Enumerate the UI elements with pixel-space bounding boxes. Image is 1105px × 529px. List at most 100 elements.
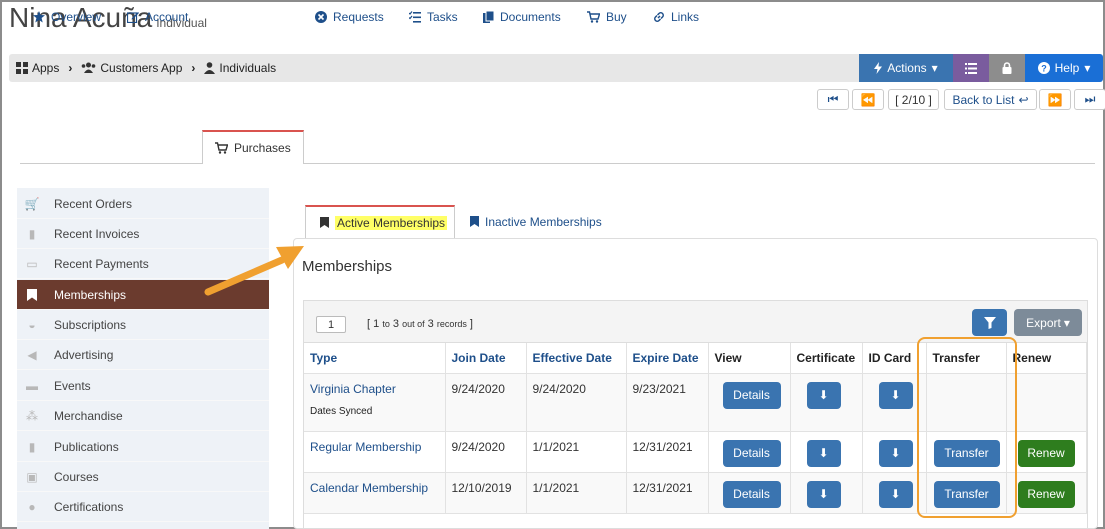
- breadcrumb-individuals[interactable]: Individuals: [204, 61, 276, 75]
- effective-date-cell: 9/24/2020: [526, 373, 627, 432]
- download-certificate-button[interactable]: ⬇: [806, 381, 841, 409]
- sidebar-item-merchandise[interactable]: ⁂ Merchandise: [17, 401, 269, 431]
- export-button[interactable]: Export ▾: [1014, 309, 1082, 336]
- certificate-cell: ⬇: [790, 472, 863, 514]
- column-header-id-card: ID Card: [862, 343, 927, 374]
- tab-inactive-memberships[interactable]: Inactive Memberships: [470, 205, 602, 238]
- sidebar-item-courses[interactable]: ▣ Courses: [17, 462, 269, 492]
- tab-active-memberships[interactable]: Active Memberships: [305, 205, 455, 238]
- details-button[interactable]: Details: [722, 480, 781, 508]
- lock-button[interactable]: [989, 54, 1025, 82]
- briefcase-icon: ▣: [26, 469, 38, 484]
- tab-purchases[interactable]: Purchases: [202, 130, 304, 164]
- download-icon: ⬇: [818, 446, 829, 460]
- tab-overview[interactable]: Overview: [33, 0, 101, 34]
- column-header-join-date[interactable]: Join Date: [445, 343, 527, 374]
- table-toolbar: 1 [ 1 to 3 out of 3 records ] Export ▾: [304, 301, 1087, 343]
- download-icon: ⬇: [890, 487, 901, 501]
- column-header-type[interactable]: Type: [304, 343, 446, 374]
- top-actions: Actions ▾ ? Help ▾: [859, 54, 1103, 82]
- sidebar-item-certifications[interactable]: ● Certifications: [17, 492, 269, 522]
- sidebar-item-events[interactable]: ▬ Events: [17, 371, 269, 401]
- sidebar-item-publications[interactable]: ▮ Publications: [17, 432, 269, 462]
- list-view-button[interactable]: [953, 54, 989, 82]
- circle-x-icon: [315, 11, 327, 23]
- tab-links[interactable]: Links: [653, 0, 699, 34]
- reply-all-icon: ↩: [1018, 92, 1029, 107]
- tab-divider: [20, 163, 1095, 164]
- view-cell: Details: [708, 431, 791, 473]
- tab-buy[interactable]: Buy: [587, 0, 627, 34]
- bookmark-icon: [470, 216, 479, 227]
- sidebar-item-recent-invoices[interactable]: ▮ Recent Invoices: [17, 219, 269, 249]
- membership-type-link[interactable]: Regular Membership: [310, 440, 421, 454]
- breadcrumb-customers-app[interactable]: Customers App: [81, 61, 182, 75]
- table-row: Virginia Chapter Dates Synced 9/24/2020 …: [304, 373, 1087, 432]
- chevron-down-icon: ▾: [1084, 61, 1091, 75]
- documents-icon: [483, 11, 494, 23]
- column-header-expire-date[interactable]: Expire Date: [626, 343, 709, 374]
- page-number-input[interactable]: 1: [316, 316, 346, 333]
- filter-button[interactable]: [972, 309, 1007, 336]
- bookmark-icon: [320, 217, 329, 228]
- sidebar-item-recent-payments[interactable]: ▭ Recent Payments: [17, 249, 269, 279]
- table-row: Regular Membership 9/24/2020 1/1/2021 12…: [304, 431, 1087, 473]
- memberships-table-box: 1 [ 1 to 3 out of 3 records ] Export ▾ Ty…: [303, 300, 1088, 529]
- column-header-effective-date[interactable]: Effective Date: [526, 343, 627, 374]
- edit-icon: [127, 12, 139, 23]
- details-button[interactable]: Details: [722, 381, 781, 409]
- sidebar-item-subscriptions[interactable]: ◒ Subscriptions: [17, 310, 269, 340]
- expire-date-cell: 12/31/2021: [626, 472, 709, 514]
- record-position: [ 2/10 ]: [888, 89, 939, 110]
- first-record-button[interactable]: ⏮: [817, 89, 849, 110]
- next-record-button[interactable]: ⏩: [1039, 89, 1071, 110]
- id-card-cell: ⬇: [862, 431, 927, 473]
- tab-requests[interactable]: Requests: [315, 0, 384, 34]
- join-date-cell: 12/10/2019: [445, 472, 527, 514]
- download-id-card-button[interactable]: ⬇: [878, 439, 913, 467]
- previous-record-button[interactable]: ⏪: [852, 89, 884, 110]
- help-button[interactable]: ? Help ▾: [1025, 54, 1103, 82]
- tab-account[interactable]: Account: [127, 0, 188, 34]
- sidebar-item-recent-orders[interactable]: 🛒 Recent Orders: [17, 189, 269, 219]
- step-backward-icon: ⏮: [827, 92, 839, 106]
- sidebar-item-memberships[interactable]: Memberships: [17, 280, 269, 310]
- download-icon: ⬇: [890, 446, 901, 460]
- tasks-icon: [409, 11, 421, 23]
- dates-synced-note: Dates Synced: [310, 405, 373, 417]
- renew-button[interactable]: Renew: [1017, 439, 1075, 467]
- download-certificate-button[interactable]: ⬇: [806, 439, 841, 467]
- breadcrumb-apps[interactable]: Apps: [16, 61, 59, 75]
- cart-icon: [587, 11, 600, 23]
- column-header-view: View: [708, 343, 791, 374]
- membership-type-cell: Virginia Chapter Dates Synced: [304, 373, 446, 432]
- inbox-icon: ◒: [28, 317, 36, 332]
- certificate-cell: ⬇: [790, 373, 863, 432]
- transfer-cell: Transfer: [926, 431, 1007, 473]
- membership-type-cell: Calendar Membership: [304, 472, 446, 514]
- megaphone-icon: ◀: [27, 347, 37, 362]
- grid-icon: [16, 62, 28, 74]
- breadcrumb: Apps › Customers App › Individuals: [16, 61, 276, 75]
- back-to-list-button[interactable]: Back to List ↩: [944, 89, 1037, 110]
- bolt-icon: [874, 62, 883, 74]
- actions-button[interactable]: Actions ▾: [859, 54, 953, 82]
- transfer-button[interactable]: Transfer: [933, 480, 1000, 508]
- membership-type-link[interactable]: Calendar Membership: [310, 481, 428, 495]
- download-id-card-button[interactable]: ⬇: [878, 480, 913, 508]
- tab-tasks[interactable]: Tasks: [409, 0, 458, 34]
- record-count: [ 1 to 3 out of 3 records ]: [367, 318, 473, 330]
- sidebar-item-advertising[interactable]: ◀ Advertising: [17, 340, 269, 370]
- details-button[interactable]: Details: [722, 439, 781, 467]
- download-certificate-button[interactable]: ⬇: [806, 480, 841, 508]
- section-title: Memberships: [302, 258, 393, 275]
- transfer-button[interactable]: Transfer: [933, 439, 1000, 467]
- clipboard-icon: ▮: [28, 226, 36, 241]
- membership-type-link[interactable]: Virginia Chapter: [310, 382, 396, 396]
- renew-cell: Renew: [1006, 431, 1087, 473]
- renew-button[interactable]: Renew: [1017, 480, 1075, 508]
- tab-documents[interactable]: Documents: [483, 0, 561, 34]
- last-record-button[interactable]: ⏭: [1074, 89, 1105, 110]
- download-id-card-button[interactable]: ⬇: [878, 381, 913, 409]
- star-icon: [33, 11, 45, 23]
